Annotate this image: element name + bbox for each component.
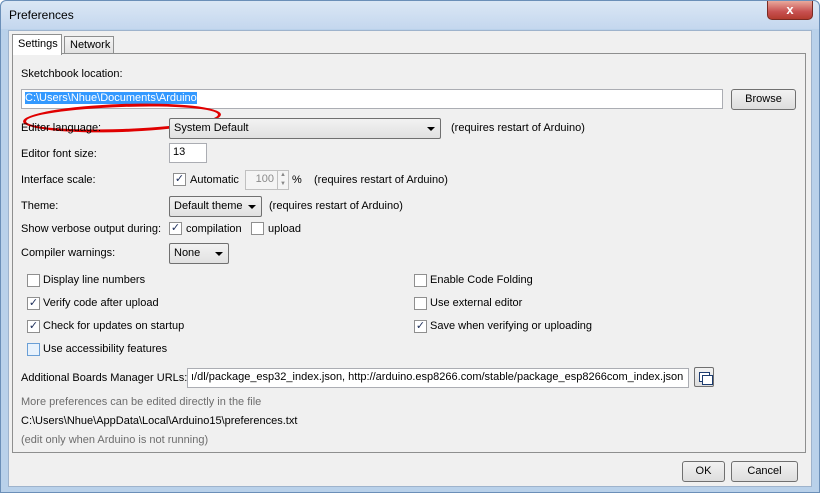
external-editor-label: Use external editor xyxy=(430,297,523,309)
check-icon: ✓ xyxy=(170,222,181,234)
editor-language-select[interactable]: System Default xyxy=(169,118,441,139)
interface-scale-label: Interface scale: xyxy=(21,174,96,186)
compiler-warnings-label: Compiler warnings: xyxy=(21,247,116,259)
verify-after-upload-label: Verify code after upload xyxy=(43,297,159,309)
boards-manager-input[interactable]: ı/dl/package_esp32_index.json, http://ar… xyxy=(187,368,689,388)
boards-manager-edit-button[interactable] xyxy=(694,367,714,387)
editor-language-label: Editor language: xyxy=(21,122,102,134)
compiler-warnings-value: None xyxy=(174,247,201,259)
code-folding-checkbox[interactable] xyxy=(414,274,427,287)
verbose-upload-label: upload xyxy=(268,223,302,235)
dialog-client: Settings Network Sketchbook location: C:… xyxy=(8,30,812,487)
verbose-label: Show verbose output during: xyxy=(21,223,162,235)
chevron-down-icon xyxy=(215,252,223,256)
editor-language-note: (requires restart of Arduino) xyxy=(451,122,585,134)
spinner-arrows-icon[interactable]: ▲ ▼ xyxy=(277,171,288,189)
theme-note: (requires restart of Arduino) xyxy=(269,200,403,212)
check-icon: ✓ xyxy=(28,297,39,309)
title-bar[interactable]: Preferences x xyxy=(1,1,819,29)
window-icon xyxy=(699,372,713,385)
boards-manager-value: ı/dl/package_esp32_index.json, http://ar… xyxy=(191,371,684,383)
font-size-label: Editor font size: xyxy=(21,148,97,160)
window-title: Preferences xyxy=(9,8,74,22)
interface-scale-note: (requires restart of Arduino) xyxy=(314,174,448,186)
check-updates-label: Check for updates on startup xyxy=(43,320,185,332)
accessibility-label: Use accessibility features xyxy=(43,343,168,355)
save-when-verifying-label: Save when verifying or uploading xyxy=(430,320,593,332)
check-updates-checkbox[interactable]: ✓ xyxy=(27,320,40,333)
sketchbook-label: Sketchbook location: xyxy=(21,68,123,80)
verbose-compilation-label: compilation xyxy=(186,223,242,235)
font-size-input[interactable]: 13 xyxy=(169,143,207,163)
prefs-file-path: C:\Users\Nhue\AppData\Local\Arduino15\pr… xyxy=(21,415,298,427)
chevron-down-icon xyxy=(427,127,435,131)
verbose-upload-checkbox[interactable] xyxy=(251,222,264,235)
browse-button[interactable]: Browse xyxy=(731,89,796,110)
verify-after-upload-checkbox[interactable]: ✓ xyxy=(27,297,40,310)
editor-language-value: System Default xyxy=(174,122,249,134)
ok-button[interactable]: OK xyxy=(682,461,725,482)
cancel-button[interactable]: Cancel xyxy=(731,461,798,482)
display-line-numbers-checkbox[interactable] xyxy=(27,274,40,287)
scale-value: 100 xyxy=(255,173,274,185)
tab-settings[interactable]: Settings xyxy=(12,34,62,55)
close-button[interactable]: x xyxy=(767,1,813,20)
scale-unit: % xyxy=(292,174,302,186)
more-prefs-note: More preferences can be edited directly … xyxy=(21,396,262,408)
code-folding-label: Enable Code Folding xyxy=(430,274,533,286)
check-icon: ✓ xyxy=(415,320,426,332)
check-icon: ✓ xyxy=(28,320,39,332)
compiler-warnings-select[interactable]: None xyxy=(169,243,229,264)
automatic-scale-checkbox[interactable]: ✓ xyxy=(173,173,186,186)
chevron-down-icon xyxy=(248,205,256,209)
settings-panel: Sketchbook location: C:\Users\Nhue\Docum… xyxy=(12,53,806,453)
preferences-window: Preferences x Settings Network Sketchboo… xyxy=(0,0,820,493)
boards-manager-label: Additional Boards Manager URLs: xyxy=(21,372,188,384)
font-size-value: 13 xyxy=(173,146,186,158)
save-when-verifying-checkbox[interactable]: ✓ xyxy=(414,320,427,333)
accessibility-checkbox[interactable] xyxy=(27,343,40,356)
theme-value: Default theme xyxy=(174,200,243,212)
close-icon: x xyxy=(786,2,794,17)
automatic-scale-label: Automatic xyxy=(190,174,239,186)
scale-spinner[interactable]: 100 ▲ ▼ xyxy=(245,170,289,190)
verbose-compilation-checkbox[interactable]: ✓ xyxy=(169,222,182,235)
theme-label: Theme: xyxy=(21,200,59,212)
theme-select[interactable]: Default theme xyxy=(169,196,262,217)
edit-only-note: (edit only when Arduino is not running) xyxy=(21,434,209,446)
external-editor-checkbox[interactable] xyxy=(414,297,427,310)
sketchbook-path-value: C:\Users\Nhue\Documents\Arduino xyxy=(25,92,197,104)
check-icon: ✓ xyxy=(174,173,185,185)
tab-network[interactable]: Network xyxy=(64,36,114,54)
display-line-numbers-label: Display line numbers xyxy=(43,274,146,286)
